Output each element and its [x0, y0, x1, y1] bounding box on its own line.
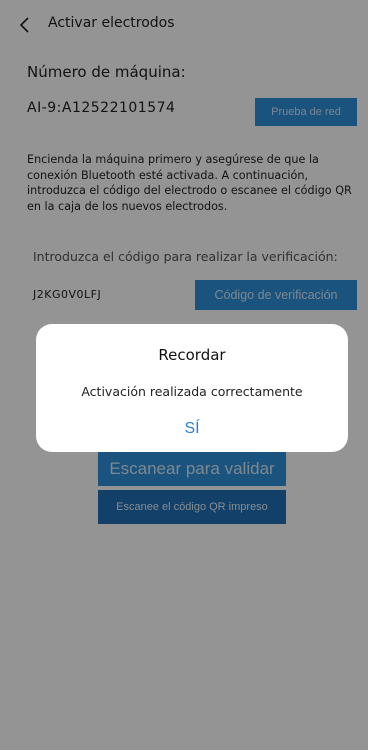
success-dialog: Recordar Activación realizada correctame…: [36, 324, 348, 452]
dialog-message: Activación realizada correctamente: [81, 384, 303, 399]
dialog-title: Recordar: [158, 346, 226, 364]
dialog-confirm-button[interactable]: SÍ: [160, 416, 224, 442]
